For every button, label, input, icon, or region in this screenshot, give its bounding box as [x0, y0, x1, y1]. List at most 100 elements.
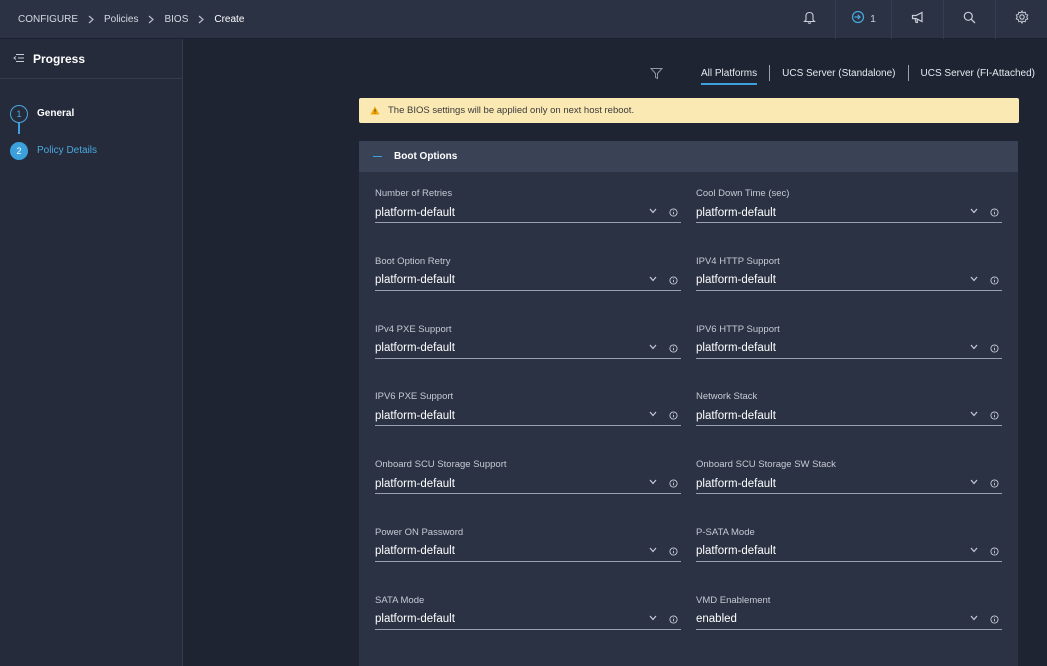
fields-grid: Number of Retries platform-default Cool Do…: [375, 188, 1002, 663]
field-label: P-SATA Mode: [696, 526, 755, 538]
info-icon[interactable]: [990, 411, 999, 420]
breadcrumb-bios[interactable]: BIOS: [164, 14, 188, 25]
select-value: platform-default: [696, 477, 776, 490]
select-dropdown[interactable]: platform-default: [375, 271, 681, 291]
progress-title: Progress: [33, 51, 86, 66]
form-field: SATA Mode platform-default: [375, 595, 681, 663]
bell-icon: [802, 10, 816, 29]
chevron-down-icon[interactable]: [649, 547, 657, 553]
chevron-down-icon[interactable]: [649, 208, 657, 214]
select-dropdown[interactable]: platform-default: [375, 339, 681, 359]
field-label: Onboard SCU Storage Support: [375, 459, 507, 471]
select-dropdown[interactable]: platform-default: [375, 406, 681, 427]
step-general[interactable]: 1 General: [0, 95, 182, 132]
tab-ucs-fi-attached[interactable]: UCS Server (FI-Attached): [909, 61, 1047, 85]
chevron-down-icon[interactable]: [970, 411, 978, 417]
form-field: Network Stack platform-default: [696, 391, 1002, 459]
select-dropdown[interactable]: platform-default: [696, 203, 1002, 223]
select-dropdown[interactable]: platform-default: [696, 339, 1002, 359]
form-field: Onboard SCU Storage SW Stack platform-def…: [696, 459, 1002, 527]
info-icon[interactable]: [990, 479, 999, 488]
select-dropdown[interactable]: platform-default: [696, 474, 1002, 495]
chevron-down-icon[interactable]: [649, 479, 657, 485]
announcements-button[interactable]: [891, 0, 943, 39]
chevron-down-icon[interactable]: [970, 208, 978, 214]
select-dropdown[interactable]: enabled: [696, 610, 1002, 630]
notifications-button[interactable]: [783, 0, 835, 39]
info-icon[interactable]: [669, 411, 678, 420]
chevron-right-icon: [148, 15, 155, 24]
info-icon[interactable]: [669, 208, 678, 217]
info-icon[interactable]: [669, 276, 678, 285]
field-row: IPV6 PXE Support platform-default Network …: [375, 391, 1002, 459]
gear-icon: [1015, 9, 1029, 29]
select-dropdown[interactable]: platform-default: [375, 542, 681, 562]
main-content: All Platforms UCS Server (Standalone) UC…: [183, 39, 1047, 666]
form-field: Number of Retries platform-default: [375, 188, 681, 256]
field-label: Number of Retries: [375, 188, 453, 199]
sign-in-arrow-icon: [851, 10, 865, 29]
info-icon[interactable]: [990, 276, 999, 285]
form-field: P-SATA Mode platform-default: [696, 527, 1002, 595]
field-label: SATA Mode: [375, 594, 425, 606]
step-label: Policy Details: [37, 145, 98, 156]
progress-header: Progress: [0, 39, 182, 79]
settings-button[interactable]: [995, 0, 1047, 39]
tab-all-platforms[interactable]: All Platforms: [689, 61, 769, 85]
collapse-icon: [373, 155, 382, 158]
form-field: IPV6 HTTP Support platform-default: [696, 324, 1002, 392]
chevron-down-icon[interactable]: [970, 276, 978, 282]
form-field: IPV4 HTTP Support platform-default: [696, 256, 1002, 324]
info-icon[interactable]: [990, 547, 999, 556]
field-row: Power ON Password platform-default P-SATA …: [375, 527, 1002, 595]
search-button[interactable]: [943, 0, 995, 39]
select-value: platform-default: [375, 342, 455, 355]
chevron-down-icon[interactable]: [970, 615, 978, 621]
chevron-down-icon[interactable]: [970, 547, 978, 553]
form-field: IPV6 PXE Support platform-default: [375, 391, 681, 459]
select-dropdown[interactable]: platform-default: [696, 542, 1002, 562]
warning-text: The BIOS settings will be applied only o…: [388, 105, 635, 116]
select-value: enabled: [696, 613, 737, 626]
chevron-down-icon[interactable]: [649, 411, 657, 417]
info-icon[interactable]: [990, 615, 999, 624]
form-field: IPv4 PXE Support platform-default: [375, 324, 681, 392]
info-icon[interactable]: [990, 344, 999, 353]
info-icon[interactable]: [990, 208, 999, 217]
collapse-menu-icon[interactable]: [13, 50, 25, 68]
step-number: 1: [10, 104, 28, 123]
select-value: platform-default: [375, 409, 455, 422]
select-value: platform-default: [375, 613, 455, 626]
info-icon[interactable]: [669, 479, 678, 488]
select-value: platform-default: [375, 477, 455, 490]
info-icon[interactable]: [669, 615, 678, 624]
filter-icon[interactable]: [650, 67, 663, 80]
step-number: 2: [10, 141, 28, 160]
chevron-right-icon: [88, 15, 94, 24]
info-icon[interactable]: [669, 344, 678, 353]
warning-icon: [370, 106, 380, 115]
section-title: Boot Options: [394, 151, 458, 162]
field-label: IPV4 HTTP Support: [696, 255, 780, 267]
select-dropdown[interactable]: platform-default: [696, 271, 1002, 291]
chevron-down-icon[interactable]: [970, 479, 978, 485]
chevron-down-icon[interactable]: [649, 344, 657, 350]
breadcrumb-configure[interactable]: CONFIGURE: [18, 14, 78, 25]
info-icon[interactable]: [669, 547, 678, 556]
select-dropdown[interactable]: platform-default: [375, 610, 681, 630]
chevron-down-icon[interactable]: [970, 344, 978, 350]
select-dropdown[interactable]: platform-default: [696, 406, 1002, 427]
chevron-down-icon[interactable]: [649, 276, 657, 282]
boot-options-section: Boot Options Number of Retries platform-d…: [359, 141, 1018, 666]
select-dropdown[interactable]: platform-default: [375, 203, 681, 223]
requests-button[interactable]: 1: [835, 0, 891, 39]
boot-options-header[interactable]: Boot Options: [359, 141, 1018, 172]
chevron-right-icon: [198, 15, 205, 24]
field-row: Number of Retries platform-default Cool Do…: [375, 188, 1002, 256]
chevron-down-icon[interactable]: [649, 615, 657, 621]
step-policy-details[interactable]: 2 Policy Details: [0, 132, 182, 169]
breadcrumb-policies[interactable]: Policies: [104, 14, 138, 25]
tab-ucs-standalone[interactable]: UCS Server (Standalone): [770, 61, 907, 85]
field-label: Cool Down Time (sec): [696, 188, 790, 199]
select-dropdown[interactable]: platform-default: [375, 474, 681, 495]
